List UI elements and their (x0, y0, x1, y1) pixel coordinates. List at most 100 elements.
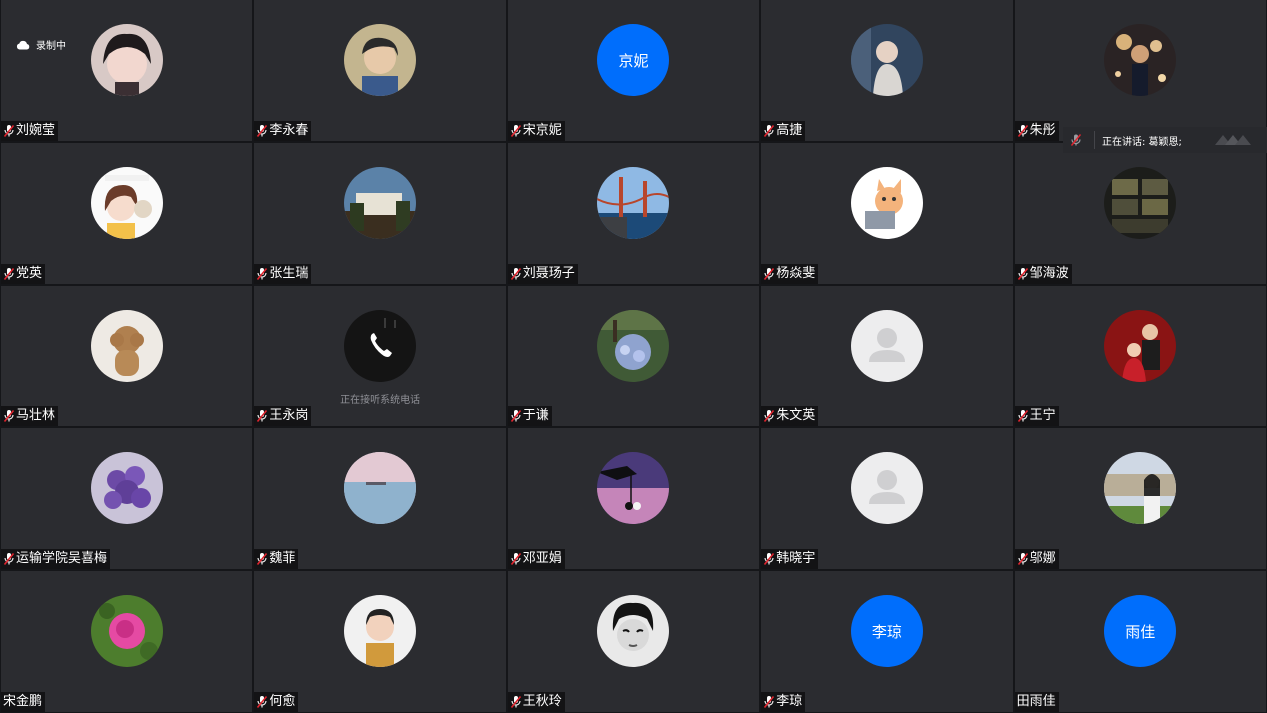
participant-tile[interactable]: 朱彤 (1014, 0, 1266, 141)
mic-muted-icon (510, 553, 521, 566)
participant-tile[interactable]: 宋金鹏 (1, 571, 253, 712)
call-status-text: 正在接听系统电话 (340, 394, 421, 406)
participant-tile[interactable]: 李琼 李琼 (761, 571, 1013, 712)
mic-muted-icon (510, 124, 521, 137)
participant-tile[interactable]: 杨焱斐 (761, 142, 1013, 284)
avatar (597, 309, 670, 382)
participant-name: 邹海波 (1029, 265, 1069, 281)
avatar (90, 452, 163, 525)
participant-tile[interactable]: 李永春 (254, 0, 506, 141)
participant-tile[interactable]: 正在接听系统电话 王永岗 (254, 285, 506, 427)
participant-name: 杨焱斐 (776, 265, 816, 281)
participant-tile[interactable]: 雨佳田雨佳 (1014, 571, 1266, 712)
participant-name: 马壮林 (16, 408, 56, 424)
participant-nameplate: 田雨佳 (1014, 692, 1059, 712)
avatar (850, 166, 923, 239)
participant-nameplate: 李琼 (761, 692, 806, 712)
participant-name: 张生瑞 (269, 265, 309, 281)
participant-tile[interactable]: 高捷 (761, 0, 1013, 141)
participant-name: 田雨佳 (1016, 694, 1056, 709)
participant-nameplate: 邓亚娟 (507, 549, 565, 570)
participant-name: 党英 (16, 265, 43, 281)
participant-tile[interactable]: 朱文英 (761, 285, 1013, 427)
participant-name: 刘婉莹 (16, 122, 56, 138)
participant-nameplate: 邬娜 (1014, 549, 1059, 570)
avatar (1104, 452, 1177, 525)
mic-muted-icon (3, 124, 15, 137)
avatar (1104, 24, 1177, 96)
default-avatar-icon (850, 452, 923, 525)
participant-tile[interactable]: 京妮 宋京妮 (507, 0, 760, 141)
participant-tile[interactable]: 何愈 (254, 571, 506, 712)
participant-name: 邬娜 (1029, 551, 1056, 567)
participant-tile[interactable]: 韩晓宇 (761, 428, 1013, 570)
participant-name: 宋京妮 (522, 122, 562, 138)
participant-tile[interactable]: 邹海波 (1014, 142, 1266, 284)
participant-name: 李琼 (776, 694, 803, 709)
participant-tile[interactable]: 张生瑞 (254, 142, 506, 284)
participant-name: 王永岗 (269, 408, 309, 424)
mic-muted-icon (764, 695, 775, 709)
participant-nameplate: 刘婉莹 (1, 120, 59, 141)
participant-tile[interactable]: 党英 (1, 142, 253, 284)
participant-nameplate: 于谦 (507, 406, 552, 427)
avatar (90, 24, 163, 96)
participant-tile[interactable]: 运输学院吴喜梅 (1, 428, 253, 570)
participant-tile[interactable]: 王秋玲 (507, 571, 760, 712)
phone-icon (344, 309, 417, 382)
mic-muted-icon (1017, 124, 1028, 137)
avatar (90, 309, 163, 382)
participant-tile[interactable]: 邬娜 (1014, 428, 1266, 570)
mic-muted-icon (510, 410, 521, 423)
participant-nameplate: 宋京妮 (507, 120, 565, 141)
participant-nameplate: 高捷 (761, 120, 806, 141)
participant-nameplate: 宋金鹏 (1, 692, 46, 712)
participant-nameplate: 邹海波 (1014, 263, 1072, 284)
participant-tile[interactable]: 魏菲 (254, 428, 506, 570)
participant-nameplate: 王永岗 (254, 406, 312, 427)
mic-muted-icon (257, 553, 268, 566)
mic-muted-icon (257, 410, 268, 423)
participant-tile[interactable]: 刘聂玚子 (507, 142, 760, 284)
participant-grid: 刘婉莹 李永春 京妮 宋京妮 高捷 朱彤 党英 张生瑞 刘聂玚子 杨焱斐 邹海波… (0, 0, 1267, 713)
avatar-initials-text: 雨佳 (1125, 622, 1156, 641)
participant-name: 韩晓宇 (776, 551, 816, 567)
mic-muted-icon (3, 410, 15, 423)
participant-name: 王秋玲 (522, 694, 562, 709)
participant-nameplate: 马壮林 (1, 406, 59, 427)
avatar (1104, 309, 1177, 382)
avatar-initials: 京妮 (597, 24, 670, 96)
participant-tile[interactable]: 刘婉莹 (1, 0, 253, 141)
avatar (597, 595, 670, 668)
participant-nameplate: 韩晓宇 (761, 549, 819, 570)
participant-tile[interactable]: 马壮林 (1, 285, 253, 427)
avatar-initials-text: 京妮 (618, 51, 649, 70)
participant-nameplate: 王秋玲 (507, 692, 565, 712)
participant-name: 于谦 (522, 408, 549, 424)
mic-muted-icon (257, 695, 268, 709)
participant-name: 刘聂玚子 (522, 265, 575, 281)
watermark-logo-icon (1215, 135, 1251, 145)
participant-nameplate: 何愈 (254, 692, 299, 712)
mic-muted-icon (1017, 410, 1028, 423)
participant-nameplate: 运输学院吴喜梅 (1, 549, 111, 570)
participant-name: 运输学院吴喜梅 (16, 551, 108, 567)
participant-name: 朱文英 (776, 408, 816, 424)
mic-muted-icon (257, 124, 268, 137)
participant-name: 魏菲 (269, 551, 296, 567)
avatar (90, 166, 163, 239)
participant-tile[interactable]: 于谦 (507, 285, 760, 427)
avatar-initials: 李琼 (850, 595, 923, 668)
mic-muted-icon (3, 553, 15, 566)
mic-muted-icon (510, 267, 521, 280)
participant-nameplate: 杨焱斐 (761, 263, 819, 284)
mic-muted-icon (257, 267, 268, 280)
participant-nameplate: 张生瑞 (254, 263, 312, 284)
participant-name: 宋金鹏 (3, 694, 43, 709)
participant-tile[interactable]: 邓亚娟 (507, 428, 760, 570)
default-avatar-icon (850, 309, 923, 382)
participant-tile[interactable]: 王宁 (1014, 285, 1266, 427)
participant-nameplate: 刘聂玚子 (507, 263, 578, 284)
mic-muted-icon (764, 124, 775, 137)
participant-nameplate: 李永春 (254, 120, 312, 141)
